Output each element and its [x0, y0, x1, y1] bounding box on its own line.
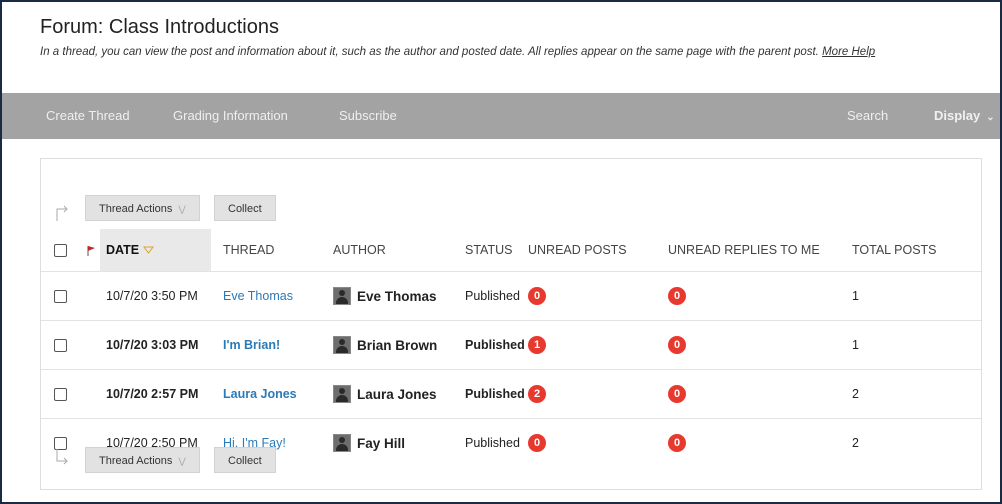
unread-replies-badge[interactable]: 0	[668, 336, 686, 354]
thread-link[interactable]: Laura Jones	[223, 387, 297, 401]
double-chevron-down-icon: ⋁	[178, 456, 186, 466]
more-help-link[interactable]: More Help	[822, 46, 875, 58]
author-column-header[interactable]: AUTHOR	[333, 229, 465, 272]
unread-replies-badge[interactable]: 0	[668, 385, 686, 403]
row-thread-cell: Eve Thomas	[211, 271, 333, 321]
action-toolbar: Create Thread Grading Information Subscr…	[2, 93, 1000, 139]
thread-actions-button-top[interactable]: Thread Actions ⋁	[85, 195, 200, 221]
double-chevron-down-icon: ⋁	[178, 204, 186, 214]
row-select-cell	[41, 369, 86, 419]
select-all-checkbox[interactable]	[54, 244, 67, 258]
thread-actions-label: Thread Actions	[99, 455, 173, 467]
unread-posts-badge[interactable]: 2	[528, 385, 546, 403]
row-thread-cell: I'm Brian!	[211, 320, 333, 370]
total-posts-column-header[interactable]: TOTAL POSTS	[852, 229, 981, 272]
create-thread-button[interactable]: Create Thread	[46, 108, 130, 123]
row-flag-cell	[86, 271, 100, 321]
row-unread-replies-cell: 0	[668, 271, 852, 321]
row-thread-cell: Laura Jones	[211, 369, 333, 419]
avatar	[333, 336, 351, 354]
unread-posts-badge[interactable]: 0	[528, 434, 546, 452]
search-button[interactable]: Search	[847, 108, 888, 123]
bulk-action-arrow-icon	[56, 449, 68, 465]
subscribe-button[interactable]: Subscribe	[339, 108, 397, 123]
author-name: Laura Jones	[357, 386, 437, 402]
thread-column-header[interactable]: THREAD	[211, 229, 333, 272]
thread-link[interactable]: I'm Brian!	[223, 338, 280, 352]
table-row: 10/7/20 3:03 PM I'm Brian! Brian Brown P…	[41, 320, 981, 370]
date-column-header[interactable]: DATE	[100, 229, 211, 272]
unread-posts-badge[interactable]: 0	[528, 287, 546, 305]
sort-descending-icon	[142, 246, 154, 254]
avatar	[333, 434, 351, 452]
forum-window: Forum: Class Introductions In a thread, …	[0, 0, 1002, 504]
threads-panel: Thread Actions ⋁ Collect DATE THREAD AUTH…	[40, 158, 982, 490]
threads-table: DATE THREAD AUTHOR STATUS UNREAD POSTS U…	[41, 229, 981, 467]
display-menu-button[interactable]: Display ⌄	[934, 108, 995, 123]
row-status: Published	[465, 271, 528, 321]
bulk-action-arrow-icon	[56, 205, 68, 221]
collect-button-bottom[interactable]: Collect	[214, 447, 276, 473]
row-date: 10/7/20 2:57 PM	[100, 369, 211, 419]
row-unread-replies-cell: 0	[668, 369, 852, 419]
row-author-cell: Laura Jones	[333, 369, 465, 419]
row-date: 10/7/20 3:50 PM	[100, 271, 211, 321]
author-name: Fay Hill	[357, 435, 406, 451]
page-header: Forum: Class Introductions In a thread, …	[40, 16, 980, 58]
flag-header	[86, 229, 100, 272]
page-title: Forum: Class Introductions	[40, 16, 279, 38]
row-checkbox[interactable]	[54, 388, 67, 402]
row-author-cell: Fay Hill	[333, 418, 465, 467]
row-unread-posts-cell: 0	[528, 418, 668, 467]
row-total-posts: 2	[852, 418, 981, 467]
row-total-posts: 1	[852, 271, 981, 321]
table-header-row: DATE THREAD AUTHOR STATUS UNREAD POSTS U…	[41, 229, 981, 272]
thread-link[interactable]: Eve Thomas	[223, 289, 293, 303]
row-status: Published	[465, 320, 528, 370]
table-row: 10/7/20 2:57 PM Laura Jones Laura Jones …	[41, 369, 981, 419]
thread-actions-label: Thread Actions	[99, 203, 173, 215]
row-author-cell: Brian Brown	[333, 320, 465, 370]
select-all-header	[41, 229, 86, 272]
status-column-header[interactable]: STATUS	[465, 229, 528, 272]
row-select-cell	[41, 271, 86, 321]
unread-posts-column-header[interactable]: UNREAD POSTS	[528, 229, 668, 272]
row-flag-cell	[86, 320, 100, 370]
date-header-label: DATE	[106, 243, 140, 257]
flag-icon[interactable]	[86, 245, 96, 257]
unread-replies-column-header[interactable]: UNREAD REPLIES TO ME	[668, 229, 852, 272]
author-name: Brian Brown	[357, 337, 438, 353]
avatar	[333, 385, 351, 403]
display-label: Display	[934, 108, 981, 123]
row-author-cell: Eve Thomas	[333, 271, 465, 321]
author-name: Eve Thomas	[357, 288, 437, 304]
row-flag-cell	[86, 369, 100, 419]
row-checkbox[interactable]	[54, 290, 67, 304]
row-unread-replies-cell: 0	[668, 320, 852, 370]
row-unread-posts-cell: 1	[528, 320, 668, 370]
page-description: In a thread, you can view the post and i…	[40, 46, 980, 58]
row-unread-posts-cell: 2	[528, 369, 668, 419]
collect-button-top[interactable]: Collect	[214, 195, 276, 221]
unread-replies-badge[interactable]: 0	[668, 287, 686, 305]
table-row: 10/7/20 3:50 PM Eve Thomas Eve Thomas Pu…	[41, 271, 981, 321]
row-unread-posts-cell: 0	[528, 271, 668, 321]
row-checkbox[interactable]	[54, 339, 67, 353]
avatar	[333, 287, 351, 305]
unread-replies-badge[interactable]: 0	[668, 434, 686, 452]
thread-actions-button-bottom[interactable]: Thread Actions ⋁	[85, 447, 200, 473]
grading-information-button[interactable]: Grading Information	[173, 108, 288, 123]
row-select-cell	[41, 320, 86, 370]
unread-posts-badge[interactable]: 1	[528, 336, 546, 354]
description-text: In a thread, you can view the post and i…	[40, 46, 819, 58]
row-unread-replies-cell: 0	[668, 418, 852, 467]
row-status: Published	[465, 418, 528, 467]
row-total-posts: 1	[852, 320, 981, 370]
chevron-down-icon: ⌄	[986, 112, 995, 123]
row-total-posts: 2	[852, 369, 981, 419]
row-date: 10/7/20 3:03 PM	[100, 320, 211, 370]
row-status: Published	[465, 369, 528, 419]
